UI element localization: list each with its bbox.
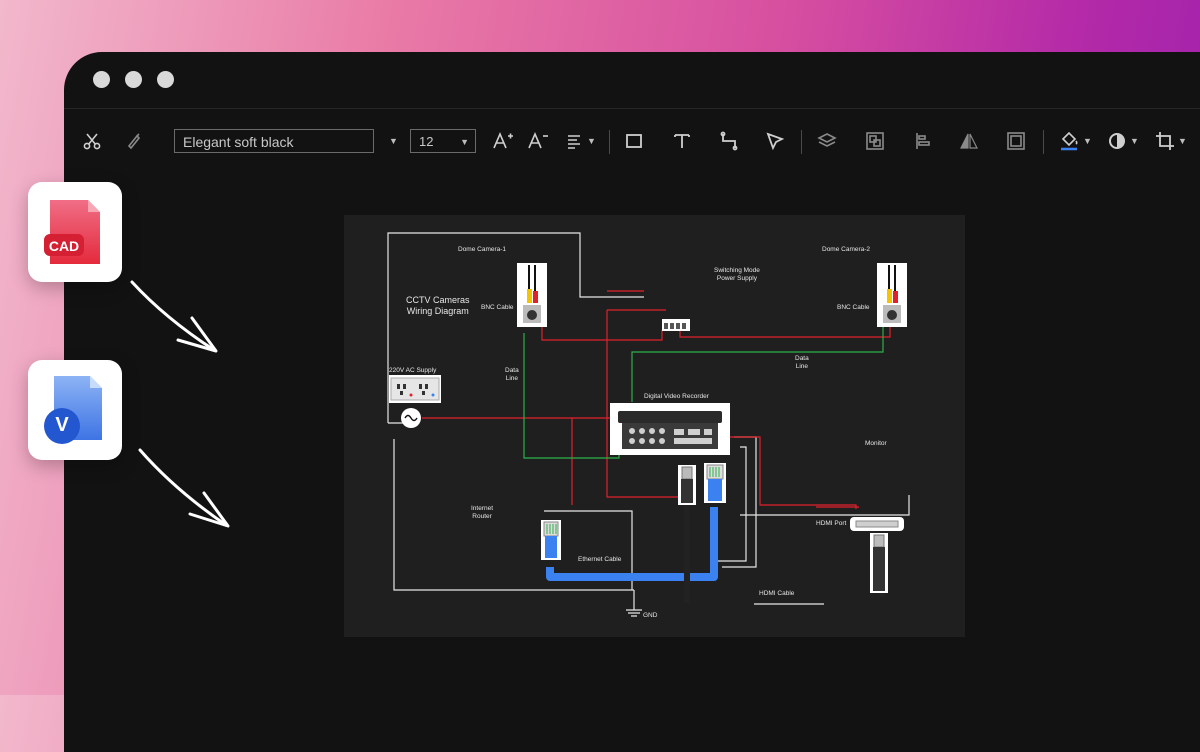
cad-file-icon <box>44 200 100 264</box>
frame-icon[interactable] <box>1002 124 1030 158</box>
circle-style-dropdown-icon[interactable]: ▼ <box>1130 136 1139 146</box>
scissors-icon[interactable] <box>78 124 106 158</box>
dome-camera-2-image[interactable] <box>877 263 907 327</box>
text-icon[interactable] <box>668 124 696 158</box>
power-supply-terminal[interactable] <box>662 319 690 331</box>
monitor-hdmi-port[interactable] <box>850 517 904 531</box>
increase-font-icon[interactable] <box>489 124 517 158</box>
diagram-title: CCTV Cameras Wiring Diagram <box>406 295 470 316</box>
label-ethernet-cable: Ethernet Cable <box>578 556 622 563</box>
ethernet-plug-dvr <box>704 463 726 503</box>
connector-icon[interactable] <box>715 124 743 158</box>
group-icon[interactable] <box>861 124 889 158</box>
rectangle-icon[interactable] <box>620 124 648 158</box>
decrease-font-icon[interactable] <box>524 124 552 158</box>
font-size-select[interactable]: 12 ▼ <box>410 129 476 153</box>
label-hdmi-cable: HDMI Cable <box>759 590 795 597</box>
visio-file-card[interactable]: V <box>28 360 122 460</box>
visio-file-label: V <box>55 414 69 436</box>
label-dome-camera-1: Dome Camera-1 <box>458 246 507 253</box>
cad-file-card[interactable]: CAD <box>28 182 122 282</box>
dome-camera-1-image[interactable] <box>517 263 547 327</box>
font-size-dropdown-icon: ▼ <box>460 137 469 147</box>
crop-icon[interactable] <box>1151 124 1179 158</box>
brush-icon[interactable] <box>120 124 148 158</box>
crop-dropdown-icon[interactable]: ▼ <box>1178 136 1187 146</box>
cad-file-label: CAD <box>48 238 80 254</box>
align-icon[interactable] <box>561 124 589 158</box>
toolbar: Elegant soft black ▼ 12 ▼ ▼ ▼ ▼ ▼ <box>64 124 1200 160</box>
pointer-icon[interactable] <box>761 124 789 158</box>
ac-socket-image[interactable] <box>389 375 441 403</box>
flip-icon[interactable] <box>955 124 983 158</box>
label-switching-mode-power-supply: Switching Mode Power Supply <box>714 267 760 282</box>
label-data-line-1: Data Line <box>505 367 519 382</box>
window-close-button[interactable] <box>93 71 110 88</box>
label-ac-supply: 220V AC Supply <box>389 367 437 374</box>
label-bnc-cable-1: BNC Cable <box>481 304 514 311</box>
fill-icon[interactable] <box>1055 124 1083 158</box>
label-dome-camera-2: Dome Camera-2 <box>822 246 871 253</box>
label-monitor: Monitor <box>865 440 887 447</box>
font-family-dropdown-icon[interactable]: ▼ <box>389 136 398 146</box>
font-size-value: 12 <box>419 134 434 149</box>
diagram-canvas[interactable]: CCTV Cameras Wiring Diagram Dome Camera-… <box>344 215 965 637</box>
layers-icon[interactable] <box>813 124 841 158</box>
dvr-image[interactable] <box>610 403 730 455</box>
label-dvr: Digital Video Recorder <box>644 393 709 400</box>
label-hdmi-port: HDMI Port <box>816 520 847 527</box>
label-gnd: GND <box>643 612 658 619</box>
label-bnc-cable-2: BNC Cable <box>837 304 870 311</box>
window-minimize-button[interactable] <box>125 71 142 88</box>
align-left-icon[interactable] <box>909 124 937 158</box>
hdmi-plug-dvr <box>678 465 696 505</box>
fill-dropdown-icon[interactable]: ▼ <box>1083 136 1092 146</box>
font-family-value: Elegant soft black <box>183 134 294 150</box>
font-family-select[interactable]: Elegant soft black <box>174 129 374 153</box>
toolbar-divider <box>609 130 610 154</box>
ac-source-symbol <box>401 408 421 428</box>
ethernet-plug-router <box>541 520 561 560</box>
hdmi-plug-monitor <box>870 533 888 593</box>
align-dropdown-icon[interactable]: ▼ <box>587 136 596 146</box>
toolbar-divider <box>801 130 802 154</box>
visio-file-icon <box>44 376 102 444</box>
toolbar-divider <box>1043 130 1044 154</box>
label-data-line-2: Data Line <box>795 355 809 370</box>
circle-style-icon[interactable] <box>1103 124 1131 158</box>
window-maximize-button[interactable] <box>157 71 174 88</box>
title-bar <box>64 52 1200 109</box>
label-internet-router: Internet Router <box>471 505 494 520</box>
